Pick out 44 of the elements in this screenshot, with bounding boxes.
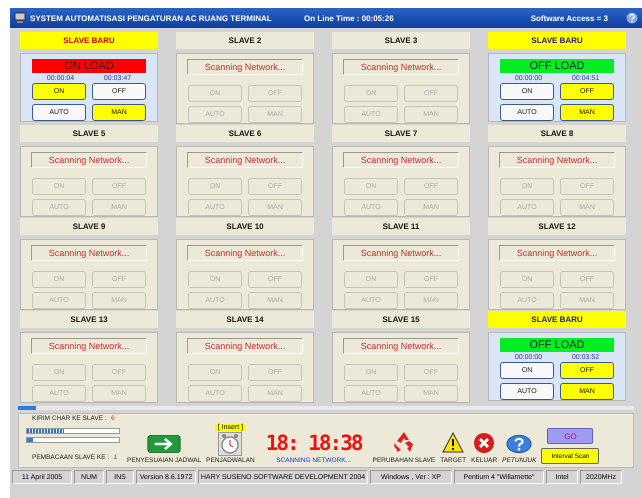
help-icon	[506, 434, 532, 454]
slave-title: SLAVE 8	[540, 129, 574, 138]
slave-title: SLAVE 12	[538, 222, 576, 231]
slave-title: SLAVE 7	[384, 129, 418, 138]
close-icon	[473, 432, 496, 454]
load-status: OFF LOAD	[500, 338, 614, 352]
window-title: SYSTEM AUTOMATISASI PENGATURAN AC RUANG TERMINAL	[30, 14, 273, 22]
load-status: Scanning Network...	[343, 152, 459, 168]
load-status: Scanning Network...	[187, 245, 303, 261]
slave-title: SLAVE 15	[382, 315, 420, 324]
slave-title: SLAVE BARU	[531, 315, 583, 324]
slave-title: SLAVE 10	[226, 222, 264, 231]
digital-clock: 18: 18:38	[266, 432, 362, 454]
go-button[interactable]: GO	[547, 428, 594, 444]
load-status: Scanning Network...	[187, 338, 303, 354]
slave-title: SLAVE BARU	[63, 36, 115, 45]
load-status: Scanning Network...	[187, 59, 303, 75]
load-status: Scanning Network...	[31, 152, 147, 168]
slave-title: SLAVE 6	[228, 129, 262, 138]
load-status: Scanning Network...	[499, 245, 615, 261]
slave-title: SLAVE 2	[228, 36, 262, 45]
load-status: OFF LOAD	[500, 59, 614, 73]
software-access: Software Access = 3	[530, 14, 608, 22]
slave-title: SLAVE 5	[72, 129, 106, 138]
slave-title: SLAVE BARU	[531, 36, 583, 45]
warning-icon	[442, 432, 464, 454]
load-status: Scanning Network...	[31, 245, 147, 261]
slave-title: SLAVE 9	[72, 222, 106, 231]
load-status: Scanning Network...	[31, 338, 147, 354]
slave-title: SLAVE 14	[226, 315, 264, 324]
load-status: Scanning Network...	[187, 152, 303, 168]
online-time: On Line Time : 00:05:26	[304, 14, 395, 22]
recycle-icon	[392, 430, 416, 454]
help-icon[interactable]	[626, 12, 638, 24]
alarm-clock-icon	[218, 432, 242, 456]
slave-title: SLAVE 13	[70, 315, 108, 324]
slave-title: SLAVE 3	[384, 36, 418, 45]
computer-icon	[14, 12, 26, 24]
load-status: Scanning Network...	[343, 245, 459, 261]
load-status: Scanning Network...	[499, 152, 615, 168]
slave-title: SLAVE 11	[382, 222, 420, 231]
load-status: Scanning Network...	[343, 59, 459, 75]
load-status: ON LOAD	[32, 59, 146, 73]
load-status: Scanning Network...	[343, 338, 459, 354]
